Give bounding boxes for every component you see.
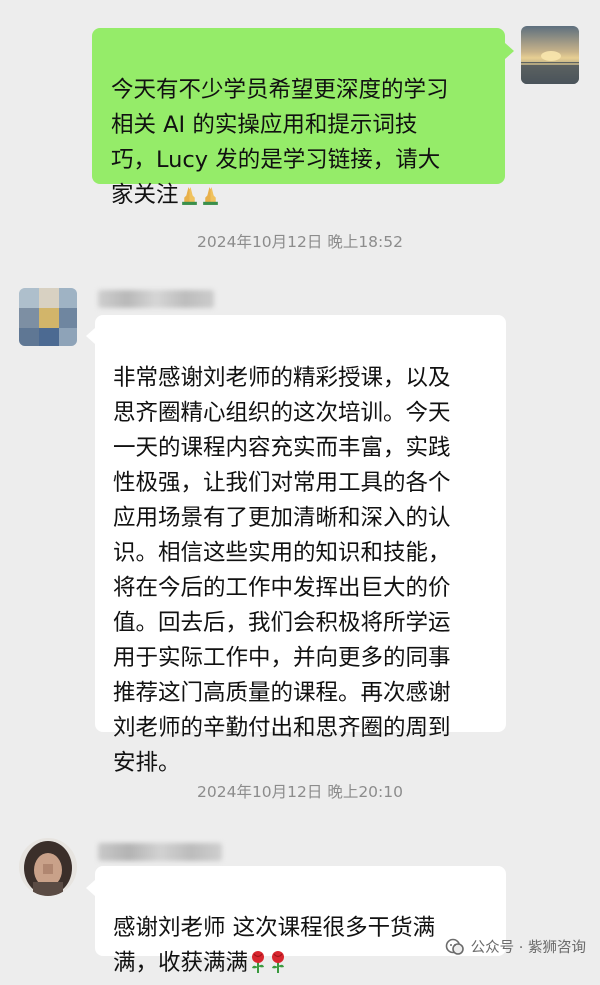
sender-avatar[interactable] (19, 288, 77, 346)
message-timestamp: 2024年10月12日 晚上18:52 (197, 233, 403, 251)
message-timestamp: 2024年10月12日 晚上20:10 (197, 783, 403, 801)
bubble-tail (86, 328, 95, 344)
bubble-tail (505, 43, 514, 59)
official-account-watermark: 公众号 · 紫狮咨询 (445, 936, 586, 957)
praying-hands-emoji (179, 182, 200, 217)
received-message-bubble[interactable]: 非常感谢刘老师的精彩授课，以及 思齐圈精心组织的这次培训。今天 一天的课程内容充… (95, 315, 506, 776)
received-message-text: 非常感谢刘老师的精彩授课，以及 思齐圈精心组织的这次培训。今天 一天的课程内容充… (113, 365, 451, 776)
blurred-person-avatar-image (19, 838, 77, 896)
sender-name-redacted (98, 290, 214, 308)
sent-message-bubble[interactable]: 今天有不少学员希望更深度的学习 相关 AI 的实操应用和提示词技 巧，Lucy … (92, 28, 505, 208)
rose-emoji (248, 950, 268, 985)
watermark-text: 公众号 · 紫狮咨询 (470, 940, 586, 956)
wechat-official-account-icon (445, 938, 464, 955)
sunset-avatar-image (521, 26, 579, 84)
sent-message-text: 今天有不少学员希望更深度的学习 相关 AI 的实操应用和提示词技 巧，Lucy … (111, 77, 449, 208)
pixelated-avatar-image (19, 288, 77, 346)
my-avatar[interactable] (521, 26, 579, 84)
praying-hands-emoji (200, 182, 221, 217)
sender-name-redacted (98, 843, 222, 861)
bubble-tail (86, 880, 95, 896)
sender-avatar[interactable] (19, 838, 77, 896)
rose-emoji (268, 950, 288, 985)
